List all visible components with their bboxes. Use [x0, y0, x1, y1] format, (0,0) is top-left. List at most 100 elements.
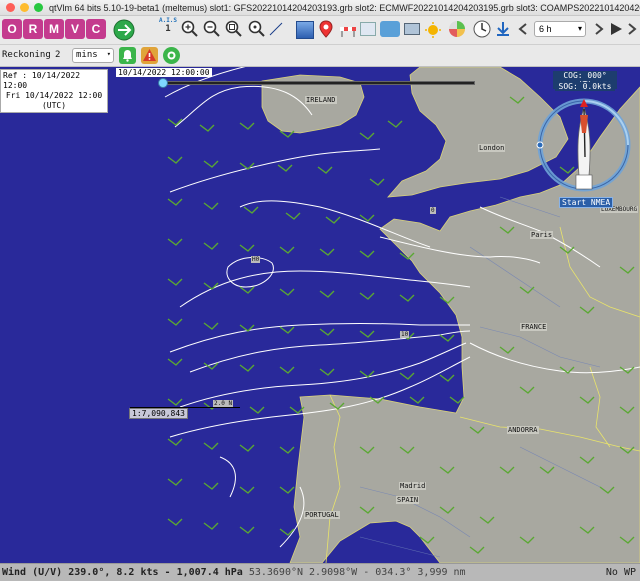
time-zone: (UTC) — [41, 101, 67, 110]
wind-barb — [167, 156, 183, 164]
wind-barb — [289, 406, 305, 414]
zoom-in-icon[interactable] — [181, 20, 199, 38]
map-view[interactable]: 10/14/2022 12:00:00 Ref : 10/14/2022 12:… — [0, 67, 640, 563]
wind-barb — [399, 372, 415, 380]
wind-barb — [325, 216, 341, 224]
table-icon[interactable] — [360, 22, 376, 36]
scale-label: 1:7,090,843 — [129, 408, 188, 419]
color-button-o[interactable]: O — [2, 19, 22, 39]
pressure-label: H0 — [251, 256, 261, 263]
next-step-icon[interactable] — [592, 22, 606, 36]
download-icon[interactable] — [494, 20, 512, 38]
wind-barb — [479, 516, 495, 524]
wind-barb — [619, 446, 635, 454]
wind-barb — [509, 96, 525, 104]
wind-barb — [239, 364, 255, 372]
wind-barb — [203, 442, 219, 450]
label-paris: Paris — [530, 231, 554, 239]
wind-barb — [359, 250, 375, 258]
wind-barb — [279, 486, 295, 494]
wind-barb — [199, 124, 215, 132]
wind-barb — [499, 466, 515, 474]
wind-barb — [359, 214, 375, 222]
status-position: 53.3690°N 2.9098°W - 034.3° 3,999 nm — [248, 567, 466, 578]
previous-step-icon[interactable] — [516, 22, 530, 36]
zoom-window-button[interactable] — [34, 3, 43, 12]
wind-barb — [203, 202, 219, 210]
forecast-time: Fri 10/14/2022 12:00 — [5, 91, 103, 100]
color-button-m[interactable]: M — [44, 19, 64, 39]
compass-widget[interactable] — [536, 97, 632, 193]
ref-time: Ref : 10/14/2022 12:00 — [3, 71, 81, 90]
main-toolbar: O R M V C A.I.S 1 6 h ▾ — [0, 16, 640, 45]
warning-icon — [143, 49, 156, 61]
wind-barb — [409, 396, 425, 404]
reckoning-value[interactable]: 2 — [55, 50, 60, 60]
sog-value: SOG: 0.0kts — [558, 82, 612, 91]
wind-barb — [319, 290, 335, 298]
warning-button[interactable] — [141, 47, 158, 64]
wind-barb — [559, 366, 575, 374]
wind-barb — [167, 518, 183, 526]
color-button-r[interactable]: R — [23, 19, 43, 39]
label-andorra: ANDORRA — [507, 426, 539, 434]
wind-barb — [359, 330, 375, 338]
time-step-select[interactable]: 6 h ▾ — [534, 21, 586, 37]
chart-icon[interactable] — [380, 21, 400, 37]
wind-barb — [203, 482, 219, 490]
wind-barb — [167, 318, 183, 326]
wind-barb — [619, 266, 635, 274]
status-bar: Wind (U/V) 239.0°, 8.2 kts - 1,007.4 hPa… — [0, 563, 640, 581]
barrier-icon[interactable] — [338, 19, 358, 39]
color-button-c[interactable]: C — [86, 19, 106, 39]
wind-barb — [167, 238, 183, 246]
palette-icon[interactable] — [447, 19, 467, 39]
color-button-v[interactable]: V — [65, 19, 85, 39]
minimize-window-button[interactable] — [20, 3, 29, 12]
wind-barb — [249, 406, 265, 414]
zoom-out-icon[interactable] — [203, 20, 221, 38]
label-france: FRANCE — [520, 323, 548, 331]
grib-view-icon[interactable] — [296, 21, 314, 39]
wind-barb — [329, 402, 345, 410]
wind-barb — [369, 396, 385, 404]
wind-barb — [203, 242, 219, 250]
wind-barb — [239, 244, 255, 252]
ais-button[interactable]: A.I.S 1 — [158, 17, 178, 34]
wind-barb — [619, 406, 635, 414]
time-slider-track[interactable] — [163, 81, 475, 85]
clock-icon[interactable] — [472, 19, 492, 39]
wind-barb — [439, 466, 455, 474]
time-slider-handle[interactable] — [158, 78, 168, 88]
wind-barb — [369, 178, 385, 186]
slider-time-label: 10/14/2022 12:00:00 — [116, 68, 212, 77]
label-ireland: IRELAND — [305, 96, 337, 104]
wind-barb — [359, 506, 375, 514]
play-icon[interactable] — [608, 21, 624, 37]
board-icon[interactable] — [404, 23, 420, 35]
label-portugal: PORTUGAL — [304, 511, 340, 519]
wind-barb — [519, 536, 535, 544]
close-window-button[interactable] — [6, 3, 15, 12]
wind-barb — [519, 286, 535, 294]
zoom-selection-icon[interactable] — [248, 20, 266, 38]
wind-barb — [239, 444, 255, 452]
chevron-down-icon: ▾ — [106, 50, 111, 58]
zoom-fit-icon[interactable] — [225, 20, 243, 38]
route-icon[interactable] — [112, 18, 136, 42]
record-button[interactable] — [163, 47, 180, 64]
forward-icon[interactable] — [627, 22, 639, 36]
wind-barb — [399, 294, 415, 302]
wind-barb — [319, 248, 335, 256]
wind-barb — [419, 536, 435, 544]
start-nmea-button[interactable]: Start NMEA — [559, 197, 614, 208]
wind-barb — [579, 456, 595, 464]
sun-icon[interactable] — [424, 21, 442, 39]
reckoning-unit-select[interactable]: mins ▾ — [72, 48, 114, 63]
window-controls — [6, 3, 43, 12]
wind-barb — [167, 358, 183, 366]
status-waypoint: No WP — [605, 567, 636, 578]
bell-button[interactable] — [119, 47, 136, 64]
compass-needle-icon[interactable] — [267, 20, 285, 38]
pin-icon[interactable] — [316, 19, 336, 39]
